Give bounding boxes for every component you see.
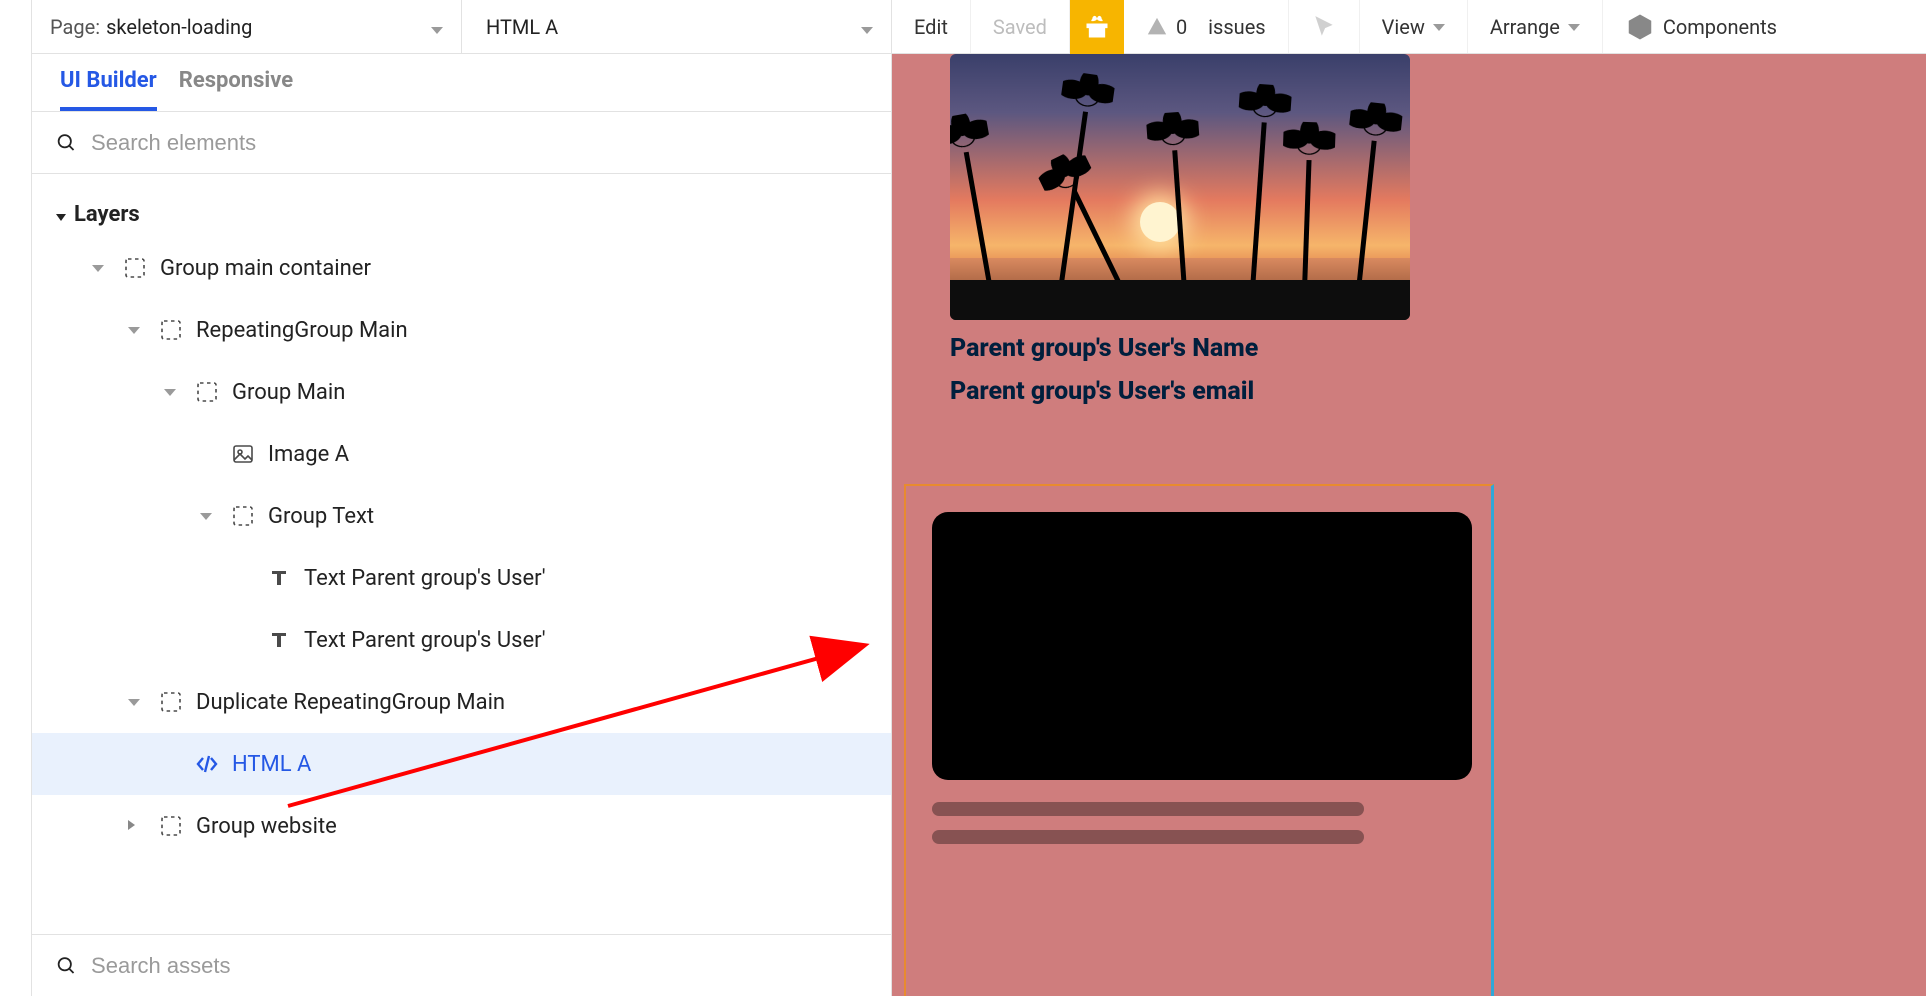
chevron-down-icon: [431, 15, 443, 39]
element-selector-value: HTML A: [486, 15, 558, 39]
search-elements[interactable]: [32, 112, 891, 174]
chevron-down-icon: [1568, 19, 1580, 35]
skeleton-image: [932, 512, 1472, 780]
cursor-tool[interactable]: [1289, 0, 1360, 53]
chevron-down-icon[interactable]: [128, 694, 146, 710]
image-a-preview[interactable]: [950, 54, 1410, 320]
search-icon: [56, 955, 77, 977]
components-button[interactable]: Components: [1603, 0, 1799, 53]
node-text-name[interactable]: Text Parent group's User': [32, 547, 891, 609]
text-user-email[interactable]: Parent group's User's email: [950, 377, 1450, 406]
gift-icon[interactable]: [1070, 0, 1124, 54]
search-assets[interactable]: [32, 934, 891, 996]
html-a-element[interactable]: [904, 484, 1494, 996]
card-user[interactable]: Parent group's User's Name Parent group'…: [950, 54, 1450, 406]
group-icon: [194, 379, 220, 405]
edit-button[interactable]: Edit: [892, 0, 971, 53]
group-icon: [158, 317, 184, 343]
node-duplicate-rg[interactable]: Duplicate RepeatingGroup Main: [32, 671, 891, 733]
arrange-menu[interactable]: Arrange: [1468, 0, 1603, 53]
node-repeating-group-main[interactable]: RepeatingGroup Main: [32, 299, 891, 361]
caret-down-icon: [56, 202, 66, 227]
text-icon: [266, 565, 292, 591]
node-image-a[interactable]: Image A: [32, 423, 891, 485]
warning-icon: [1146, 16, 1168, 38]
caret-right-icon[interactable]: [128, 818, 146, 834]
group-icon: [158, 689, 184, 715]
node-text-email[interactable]: Text Parent group's User': [32, 609, 891, 671]
group-icon: [230, 503, 256, 529]
node-html-a[interactable]: HTML A: [32, 733, 891, 795]
chevron-down-icon: [1433, 19, 1445, 35]
canvas[interactable]: Parent group's User's Name Parent group'…: [892, 54, 1926, 996]
cube-icon: [1625, 12, 1655, 42]
chevron-down-icon[interactable]: [92, 260, 110, 276]
skeleton-line: [932, 830, 1364, 844]
chevron-down-icon[interactable]: [128, 322, 146, 338]
layers-tree: Layers Group main container RepeatingGro…: [32, 174, 891, 934]
sidebar: Page: skeleton-loading HTML A UI Builder…: [32, 0, 892, 996]
page-selector-value: skeleton-loading: [106, 15, 252, 39]
node-group-website[interactable]: Group website: [32, 795, 891, 857]
left-rail: [0, 0, 32, 996]
element-selector[interactable]: HTML A: [462, 0, 891, 53]
node-group-text[interactable]: Group Text: [32, 485, 891, 547]
topbar: Page: skeleton-loading HTML A: [32, 0, 891, 54]
tab-responsive[interactable]: Responsive: [179, 68, 293, 107]
saved-status: Saved: [971, 0, 1070, 53]
view-menu[interactable]: View: [1360, 0, 1468, 53]
text-icon: [266, 627, 292, 653]
html-icon: [194, 751, 220, 777]
node-group-main-container[interactable]: Group main container: [32, 237, 891, 299]
panel-tabs: UI Builder Responsive: [32, 54, 891, 112]
node-group-main[interactable]: Group Main: [32, 361, 891, 423]
search-icon: [56, 132, 77, 154]
layers-heading[interactable]: Layers: [32, 192, 891, 237]
page-selector[interactable]: Page: skeleton-loading: [32, 0, 462, 53]
tab-ui-builder[interactable]: UI Builder: [60, 68, 157, 111]
page-selector-prefix: Page:: [50, 15, 100, 39]
chevron-down-icon[interactable]: [200, 508, 218, 524]
issues-button[interactable]: 0 issues: [1124, 0, 1289, 53]
skeleton-line: [932, 802, 1364, 816]
chevron-down-icon[interactable]: [164, 384, 182, 400]
group-icon: [122, 255, 148, 281]
group-icon: [158, 813, 184, 839]
canvas-wrap: Edit Saved 0 issues View Arrange Compone…: [892, 0, 1926, 996]
image-icon: [230, 441, 256, 467]
search-elements-input[interactable]: [91, 130, 867, 156]
search-assets-input[interactable]: [91, 953, 867, 979]
text-user-name[interactable]: Parent group's User's Name: [950, 334, 1450, 363]
cursor-icon: [1311, 14, 1337, 40]
canvas-toolbar: Edit Saved 0 issues View Arrange Compone…: [892, 0, 1926, 54]
chevron-down-icon: [861, 15, 873, 39]
